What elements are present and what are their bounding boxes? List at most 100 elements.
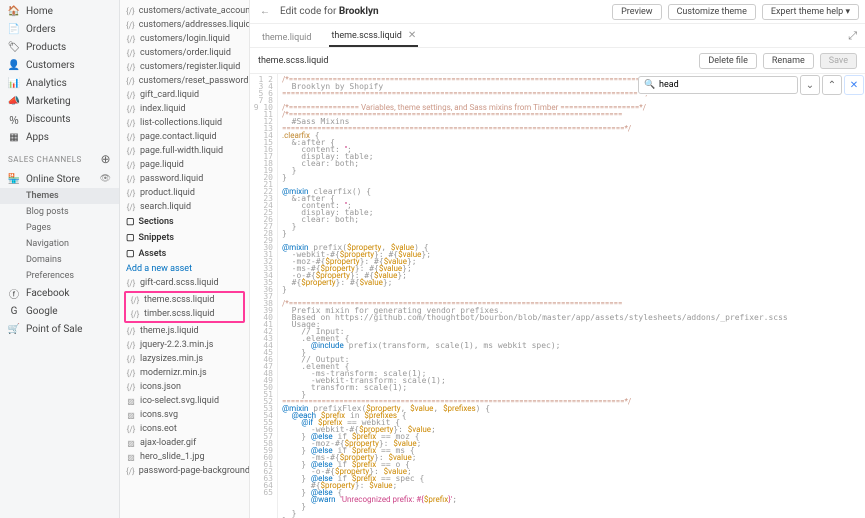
file-item[interactable]: {/}page.contact.liquid — [122, 130, 247, 144]
nav-orders[interactable]: 📄Orders — [0, 20, 119, 38]
file-icon: {/} — [126, 466, 135, 476]
file-bar: theme.scss.liquid Delete file Rename Sav… — [250, 48, 865, 74]
search-next-button[interactable]: ⌄ — [800, 75, 820, 95]
search-prev-button[interactable]: ⌃ — [822, 75, 842, 95]
sales-channels-header: SALES CHANNELS ⊕ — [0, 146, 119, 170]
nav-online-store[interactable]: 🏪 Online Store 👁 — [0, 170, 119, 188]
file-item[interactable]: ▨ajax-loader.gif — [122, 436, 247, 450]
nav-home[interactable]: 🏠Home — [0, 2, 119, 20]
eye-icon[interactable]: 👁 — [100, 174, 111, 184]
close-tab-icon[interactable]: ✕ — [408, 30, 416, 41]
nav-google[interactable]: GGoogle — [0, 302, 119, 320]
nav-marketing[interactable]: 📣Marketing — [0, 92, 119, 110]
current-file-name: theme.scss.liquid — [258, 56, 693, 66]
nav-apps[interactable]: ▦Apps — [0, 128, 119, 146]
file-icon: ▨ — [126, 452, 136, 462]
file-item[interactable]: {/}timber.scss.liquid — [126, 307, 243, 321]
expand-icon[interactable]: ⤢ — [848, 29, 857, 43]
file-item[interactable]: {/}list-collections.liquid — [122, 116, 247, 130]
nav-discounts[interactable]: ％Discounts — [0, 110, 119, 128]
file-item[interactable]: {/}customers/register.liquid — [122, 60, 247, 74]
nav-products[interactable]: 🏷Products — [0, 38, 119, 56]
tree-sections[interactable]: ▢Sections — [122, 214, 247, 230]
file-item[interactable]: {/}page.full-width.liquid — [122, 144, 247, 158]
file-item[interactable]: {/}gift-card.scss.liquid — [122, 276, 247, 290]
file-item[interactable]: ▨icons.svg — [122, 408, 247, 422]
file-item[interactable]: {/}search.liquid — [122, 200, 247, 214]
add-channel-icon[interactable]: ⊕ — [100, 152, 111, 166]
preview-button[interactable]: Preview — [612, 4, 661, 20]
file-item[interactable]: {/}index.liquid — [122, 102, 247, 116]
file-item[interactable]: {/}icons.json — [122, 380, 247, 394]
tab-theme-scss[interactable]: theme.scss.liquid✕ — [329, 26, 418, 47]
nav-sub-navigation[interactable]: Navigation — [0, 236, 119, 252]
file-item[interactable]: {/}theme.js.liquid — [122, 324, 247, 338]
file-icon: {/} — [126, 6, 135, 16]
file-item[interactable]: {/}lazysizes.min.js — [122, 352, 247, 366]
file-item[interactable]: {/}gift_card.liquid — [122, 88, 247, 102]
nav-sub-blog-posts[interactable]: Blog posts — [0, 204, 119, 220]
file-item[interactable]: {/}modernizr.min.js — [122, 366, 247, 380]
search-input[interactable] — [638, 76, 798, 94]
admin-sidebar: 🏠Home📄Orders🏷Products👤Customers📊Analytic… — [0, 0, 120, 518]
file-icon: {/} — [126, 34, 136, 44]
nav-point-of-sale[interactable]: 🛒Point of Sale — [0, 320, 119, 338]
products-icon: 🏷 — [8, 41, 20, 53]
file-item[interactable]: {/}customers/order.liquid — [122, 46, 247, 60]
nav-sub-themes[interactable]: Themes — [0, 188, 119, 204]
file-icon: {/} — [126, 90, 136, 100]
code-content[interactable]: /*======================================… — [278, 74, 865, 518]
file-icon: ▨ — [126, 410, 136, 420]
file-icon: {/} — [130, 309, 140, 319]
editor-tabs: theme.liquid theme.scss.liquid✕ ⤢ — [250, 24, 865, 48]
file-icon: {/} — [126, 76, 135, 86]
rename-button[interactable]: Rename — [763, 53, 814, 69]
file-item[interactable]: {/}customers/activate_account... — [122, 4, 247, 18]
nav-sub-domains[interactable]: Domains — [0, 252, 119, 268]
file-item[interactable]: {/}customers/addresses.liquid — [122, 18, 247, 32]
file-icon: {/} — [126, 202, 136, 212]
customize-button[interactable]: Customize theme — [668, 4, 756, 20]
file-item[interactable]: {/}product.liquid — [122, 186, 247, 200]
file-item[interactable]: {/}theme.scss.liquid — [126, 293, 243, 307]
nav-sub-pages[interactable]: Pages — [0, 220, 119, 236]
file-icon: {/} — [126, 160, 136, 170]
nav-facebook[interactable]: ⓕFacebook — [0, 284, 119, 302]
nav-sub-preferences[interactable]: Preferences — [0, 268, 119, 284]
save-button[interactable]: Save — [820, 53, 857, 69]
tree-assets[interactable]: ▢Assets — [122, 246, 247, 262]
search-close-button[interactable]: ✕ — [844, 75, 864, 95]
file-item[interactable]: {/}customers/reset_password.li — [122, 74, 247, 88]
nav-analytics[interactable]: 📊Analytics — [0, 74, 119, 92]
store-icon: 🏪 — [8, 173, 20, 185]
file-icon: {/} — [126, 118, 136, 128]
file-item[interactable]: {/}customers/login.liquid — [122, 32, 247, 46]
home-icon: 🏠 — [8, 5, 20, 17]
tree-snippets[interactable]: ▢Snippets — [122, 230, 247, 246]
file-item[interactable]: {/}jquery-2.2.3.min.js — [122, 338, 247, 352]
nav-customers[interactable]: 👤Customers — [0, 56, 119, 74]
expert-help-button[interactable]: Expert theme help ▾ — [762, 4, 859, 20]
file-item[interactable]: ▨hero_slide_1.jpg — [122, 450, 247, 464]
file-item[interactable]: {/}password-page-background — [122, 464, 247, 478]
file-icon: {/} — [126, 146, 136, 156]
file-item[interactable]: {/}page.liquid — [122, 158, 247, 172]
apps-icon: ▦ — [8, 131, 20, 143]
file-tree[interactable]: {/}customers/activate_account...{/}custo… — [120, 0, 250, 518]
main-panel: ← Edit code for Brooklyn Preview Customi… — [250, 0, 865, 518]
file-item[interactable]: ▨ico-select.svg.liquid — [122, 394, 247, 408]
topbar: ← Edit code for Brooklyn Preview Customi… — [250, 0, 865, 24]
add-asset-link[interactable]: Add a new asset — [122, 262, 247, 276]
file-icon: {/} — [126, 104, 136, 114]
tab-theme-liquid[interactable]: theme.liquid — [260, 29, 313, 47]
analytics-icon: 📊 — [8, 77, 20, 89]
file-item[interactable]: {/}icons.eot — [122, 422, 247, 436]
delete-file-button[interactable]: Delete file — [699, 53, 757, 69]
code-editor[interactable]: 1 2 3 4 5 6 7 8 9 10 11 12 13 14 15 16 1… — [250, 74, 865, 518]
file-icon: {/} — [126, 48, 136, 58]
search-icon: 🔍 — [644, 80, 655, 90]
file-icon: {/} — [126, 382, 136, 392]
file-item[interactable]: {/}password.liquid — [122, 172, 247, 186]
google-icon: G — [8, 305, 20, 317]
back-button[interactable]: ← — [256, 3, 274, 21]
